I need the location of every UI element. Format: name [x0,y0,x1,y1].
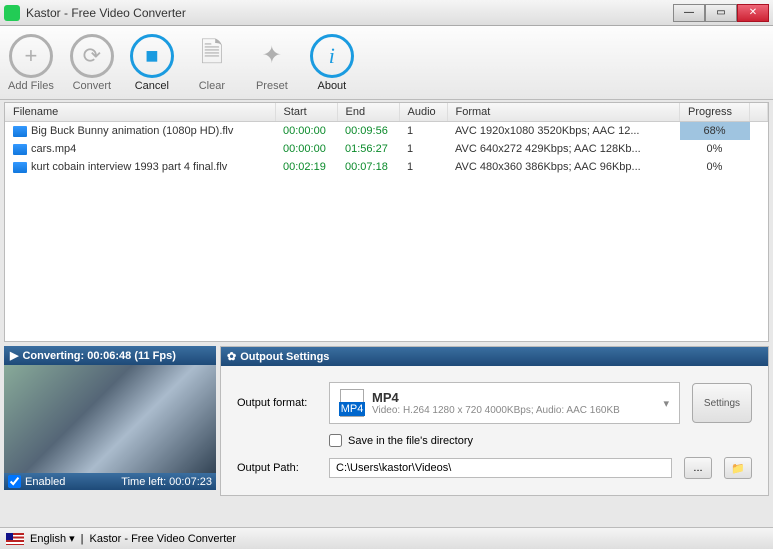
refresh-icon: ⟳ [70,34,114,78]
preview-header: ▶ Converting: 00:06:48 (11 Fps) [4,346,216,365]
statusbar: English ▾ | Kastor - Free Video Converte… [0,527,773,549]
minimize-button[interactable]: — [673,4,705,22]
col-progress[interactable]: Progress [680,103,750,122]
window-title: Kastor - Free Video Converter [26,6,673,20]
output-path-input[interactable] [329,458,672,478]
add-files-button[interactable]: + Add Files [8,34,54,92]
about-button[interactable]: i About [310,34,354,92]
maximize-button[interactable]: ▭ [705,4,737,22]
clear-button[interactable]: 🗎 Clear [190,34,234,92]
close-button[interactable]: ✕ [737,4,769,22]
video-file-icon [13,162,27,173]
time-left-label: Time left: 00:07:23 [121,476,212,488]
gear-icon: ✿ [227,350,236,363]
plus-icon: + [9,34,53,78]
browse-button[interactable]: ... [684,457,712,479]
save-in-dir-label: Save in the file's directory [348,435,473,447]
status-appname: Kastor - Free Video Converter [90,533,237,545]
toolbar: + Add Files ⟳ Convert ■ Cancel 🗎 Clear ✦… [0,26,773,100]
preset-button[interactable]: ✦ Preset [250,34,294,92]
save-in-dir-checkbox[interactable] [329,434,342,447]
col-filename[interactable]: Filename [5,103,275,122]
file-table[interactable]: Filename Start End Audio Format Progress… [4,102,769,342]
chevron-down-icon: ▾ [663,397,669,410]
titlebar: Kastor - Free Video Converter — ▭ ✕ [0,0,773,26]
preview-image [4,365,216,473]
output-format-select[interactable]: MP4 MP4 Video: H.264 1280 x 720 4000KBps… [329,382,680,424]
output-settings-panel: ✿ Outpout Settings Output format: MP4 MP… [220,346,769,496]
cancel-button[interactable]: ■ Cancel [130,34,174,92]
language-select[interactable]: English ▾ [30,532,75,545]
flag-icon [6,533,24,545]
play-icon: ▶ [10,349,18,362]
settings-button[interactable]: Settings [692,383,752,423]
video-file-icon [13,126,27,137]
table-row[interactable]: kurt cobain interview 1993 part 4 final.… [5,158,768,176]
open-folder-button[interactable]: 📁 [724,457,752,479]
document-icon: 🗎 [190,34,234,78]
wand-icon: ✦ [250,34,294,78]
col-format[interactable]: Format [447,103,680,122]
table-row[interactable]: cars.mp4 00:00:00 01:56:27 1 AVC 640x272… [5,140,768,158]
info-icon: i [310,34,354,78]
enabled-label: Enabled [25,476,65,488]
settings-header: ✿ Outpout Settings [221,347,768,366]
preview-panel: ▶ Converting: 00:06:48 (11 Fps) Enabled … [4,346,216,496]
col-start[interactable]: Start [275,103,337,122]
col-audio[interactable]: Audio [399,103,447,122]
stop-icon: ■ [130,34,174,78]
output-format-label: Output format: [237,397,317,409]
convert-button[interactable]: ⟳ Convert [70,34,114,92]
table-row[interactable]: Big Buck Bunny animation (1080p HD).flv … [5,122,768,141]
output-path-label: Output Path: [237,462,317,474]
folder-icon: 📁 [731,462,745,475]
col-end[interactable]: End [337,103,399,122]
mp4-icon: MP4 [340,389,364,417]
video-file-icon [13,144,27,155]
enabled-checkbox[interactable] [8,475,21,488]
app-icon [4,5,20,21]
